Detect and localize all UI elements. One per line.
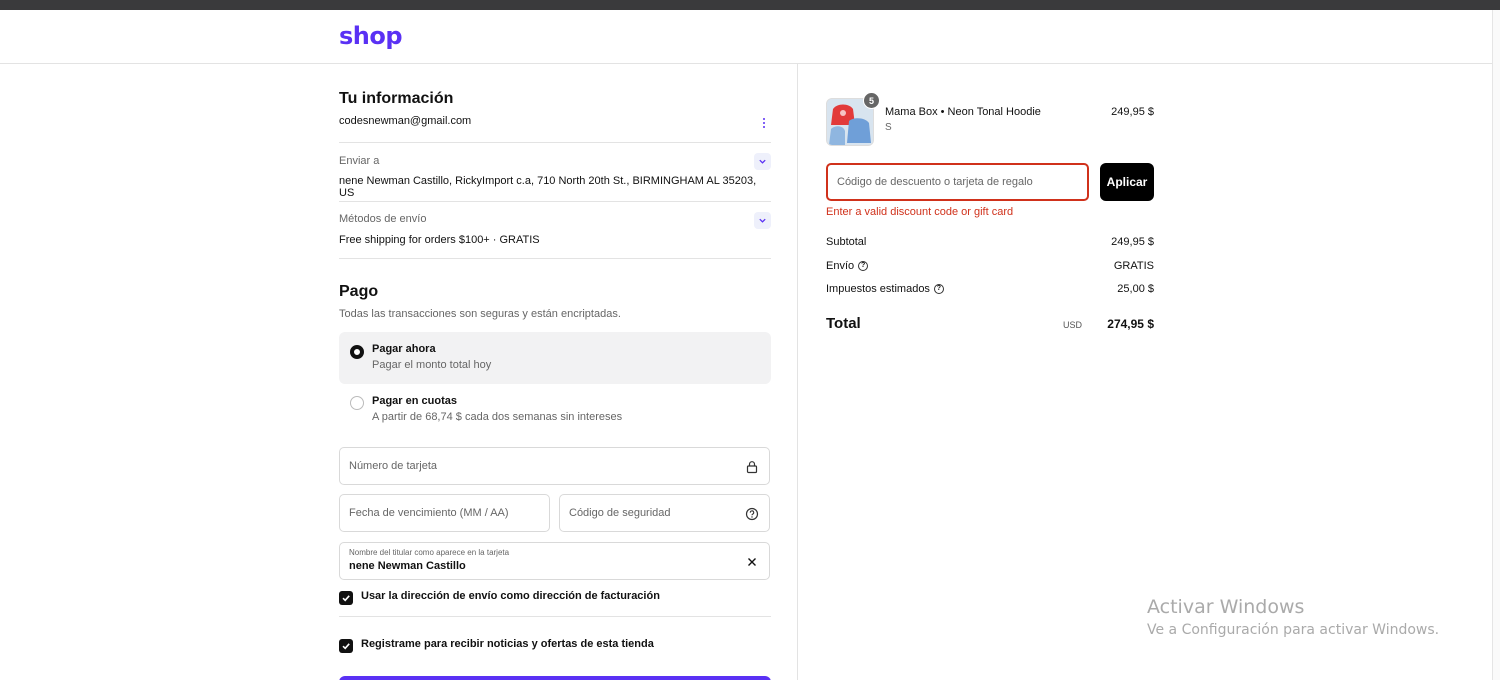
header: shop xyxy=(0,10,1500,64)
divider xyxy=(339,616,771,617)
total-label: Total xyxy=(826,315,861,332)
card-number-input[interactable] xyxy=(340,448,769,484)
card-number-field[interactable] xyxy=(339,447,770,485)
cardholder-name-value[interactable]: nene Newman Castillo xyxy=(349,560,466,572)
shipping-method-expand-chevron-down-icon[interactable] xyxy=(754,212,771,229)
lock-icon xyxy=(746,461,758,474)
divider xyxy=(339,258,771,259)
windows-activation-watermark: Activar Windows Ve a Configuración para … xyxy=(1147,596,1439,638)
subscribe-checkbox[interactable] xyxy=(339,639,353,653)
column-divider xyxy=(797,64,798,680)
page-scrollbar[interactable] xyxy=(1492,10,1500,680)
security-code-input[interactable] xyxy=(560,495,769,531)
ship-to-label: Enviar a xyxy=(339,155,380,167)
close-icon[interactable] xyxy=(745,555,759,569)
expiry-field[interactable] xyxy=(339,494,550,532)
discount-error-message: Enter a valid discount code or gift card xyxy=(826,206,1014,218)
taxes-value: 25,00 $ xyxy=(1117,283,1154,295)
pay-installments-radio[interactable] xyxy=(350,396,364,410)
total-value: 274,95 $ xyxy=(1107,317,1154,331)
pay-now-button[interactable] xyxy=(339,676,771,680)
browser-top-bar xyxy=(0,0,1500,10)
quantity-badge: 5 xyxy=(863,92,880,109)
product-variant: S xyxy=(885,122,892,133)
shipping-row: Envío ? GRATIS xyxy=(826,260,1154,274)
billing-same-label[interactable]: Usar la dirección de envío como direcció… xyxy=(361,590,660,602)
ship-to-value: nene Newman Castillo, RickyImport c.a, 7… xyxy=(339,175,757,199)
total-currency: USD xyxy=(1062,320,1082,330)
question-circle-icon[interactable] xyxy=(745,507,759,521)
taxes-help-icon[interactable]: ? xyxy=(933,284,944,294)
shipping-value: GRATIS xyxy=(1113,260,1154,272)
subtotal-label: Subtotal xyxy=(826,236,867,248)
shipping-help-icon[interactable]: ? xyxy=(858,261,869,271)
apply-discount-button[interactable]: Aplicar xyxy=(1100,163,1154,201)
discount-field[interactable] xyxy=(826,163,1089,201)
info-title: Tu información xyxy=(339,90,454,107)
pay-now-title: Pagar ahora xyxy=(372,343,436,355)
more-options-icon[interactable] xyxy=(757,116,771,130)
email-value: codesnewman@gmail.com xyxy=(339,115,472,127)
billing-same-checkbox[interactable] xyxy=(339,591,353,605)
taxes-label: Impuestos estimados xyxy=(826,283,930,295)
ship-to-expand-chevron-down-icon[interactable] xyxy=(754,153,771,170)
cardholder-name-field[interactable]: Nombre del titular como aparece en la ta… xyxy=(339,542,770,580)
subtotal-value: 249,95 $ xyxy=(1111,236,1154,248)
subtotal-row: Subtotal 249,95 $ xyxy=(826,236,1154,250)
pay-now-option[interactable]: Pagar ahora Pagar el monto total hoy xyxy=(339,332,771,384)
cardholder-name-label: Nombre del titular como aparece en la ta… xyxy=(349,548,510,557)
shipping-label-group: Envío ? xyxy=(826,260,869,272)
watermark-title: Activar Windows xyxy=(1147,596,1305,618)
pay-installments-option[interactable]: Pagar en cuotas A partir de 68,74 $ cada… xyxy=(339,384,771,436)
pay-now-subtitle: Pagar el monto total hoy xyxy=(372,359,492,371)
watermark-subtitle: Ve a Configuración para activar Windows. xyxy=(1147,622,1440,638)
checkmark-icon xyxy=(342,595,350,602)
pay-installments-subtitle: A partir de 68,74 $ cada dos semanas sin… xyxy=(372,411,623,423)
product-price: 249,95 $ xyxy=(1111,106,1154,118)
product-name: Mama Box • Neon Tonal Hoodie xyxy=(885,106,1041,118)
subscribe-label[interactable]: Registrame para recibir noticias y ofert… xyxy=(361,638,654,650)
expiry-input[interactable] xyxy=(340,495,549,531)
security-code-field[interactable] xyxy=(559,494,770,532)
payment-subtitle: Todas las transacciones son seguras y es… xyxy=(339,308,621,320)
discount-input[interactable] xyxy=(828,165,1087,199)
shipping-label: Envío xyxy=(826,260,855,272)
pay-installments-title: Pagar en cuotas xyxy=(372,395,457,407)
pay-now-radio[interactable] xyxy=(350,345,364,359)
checkmark-icon xyxy=(342,643,350,650)
divider xyxy=(339,142,771,143)
shipping-method-value: Free shipping for orders $100+ · GRATIS xyxy=(339,234,540,246)
shipping-method-label: Métodos de envío xyxy=(339,213,427,225)
shop-logo[interactable]: shop xyxy=(339,22,403,50)
divider xyxy=(339,201,771,202)
taxes-row: Impuestos estimados ? 25,00 $ xyxy=(826,283,1154,297)
taxes-label-group: Impuestos estimados ? xyxy=(826,283,944,295)
payment-title: Pago xyxy=(339,283,379,300)
